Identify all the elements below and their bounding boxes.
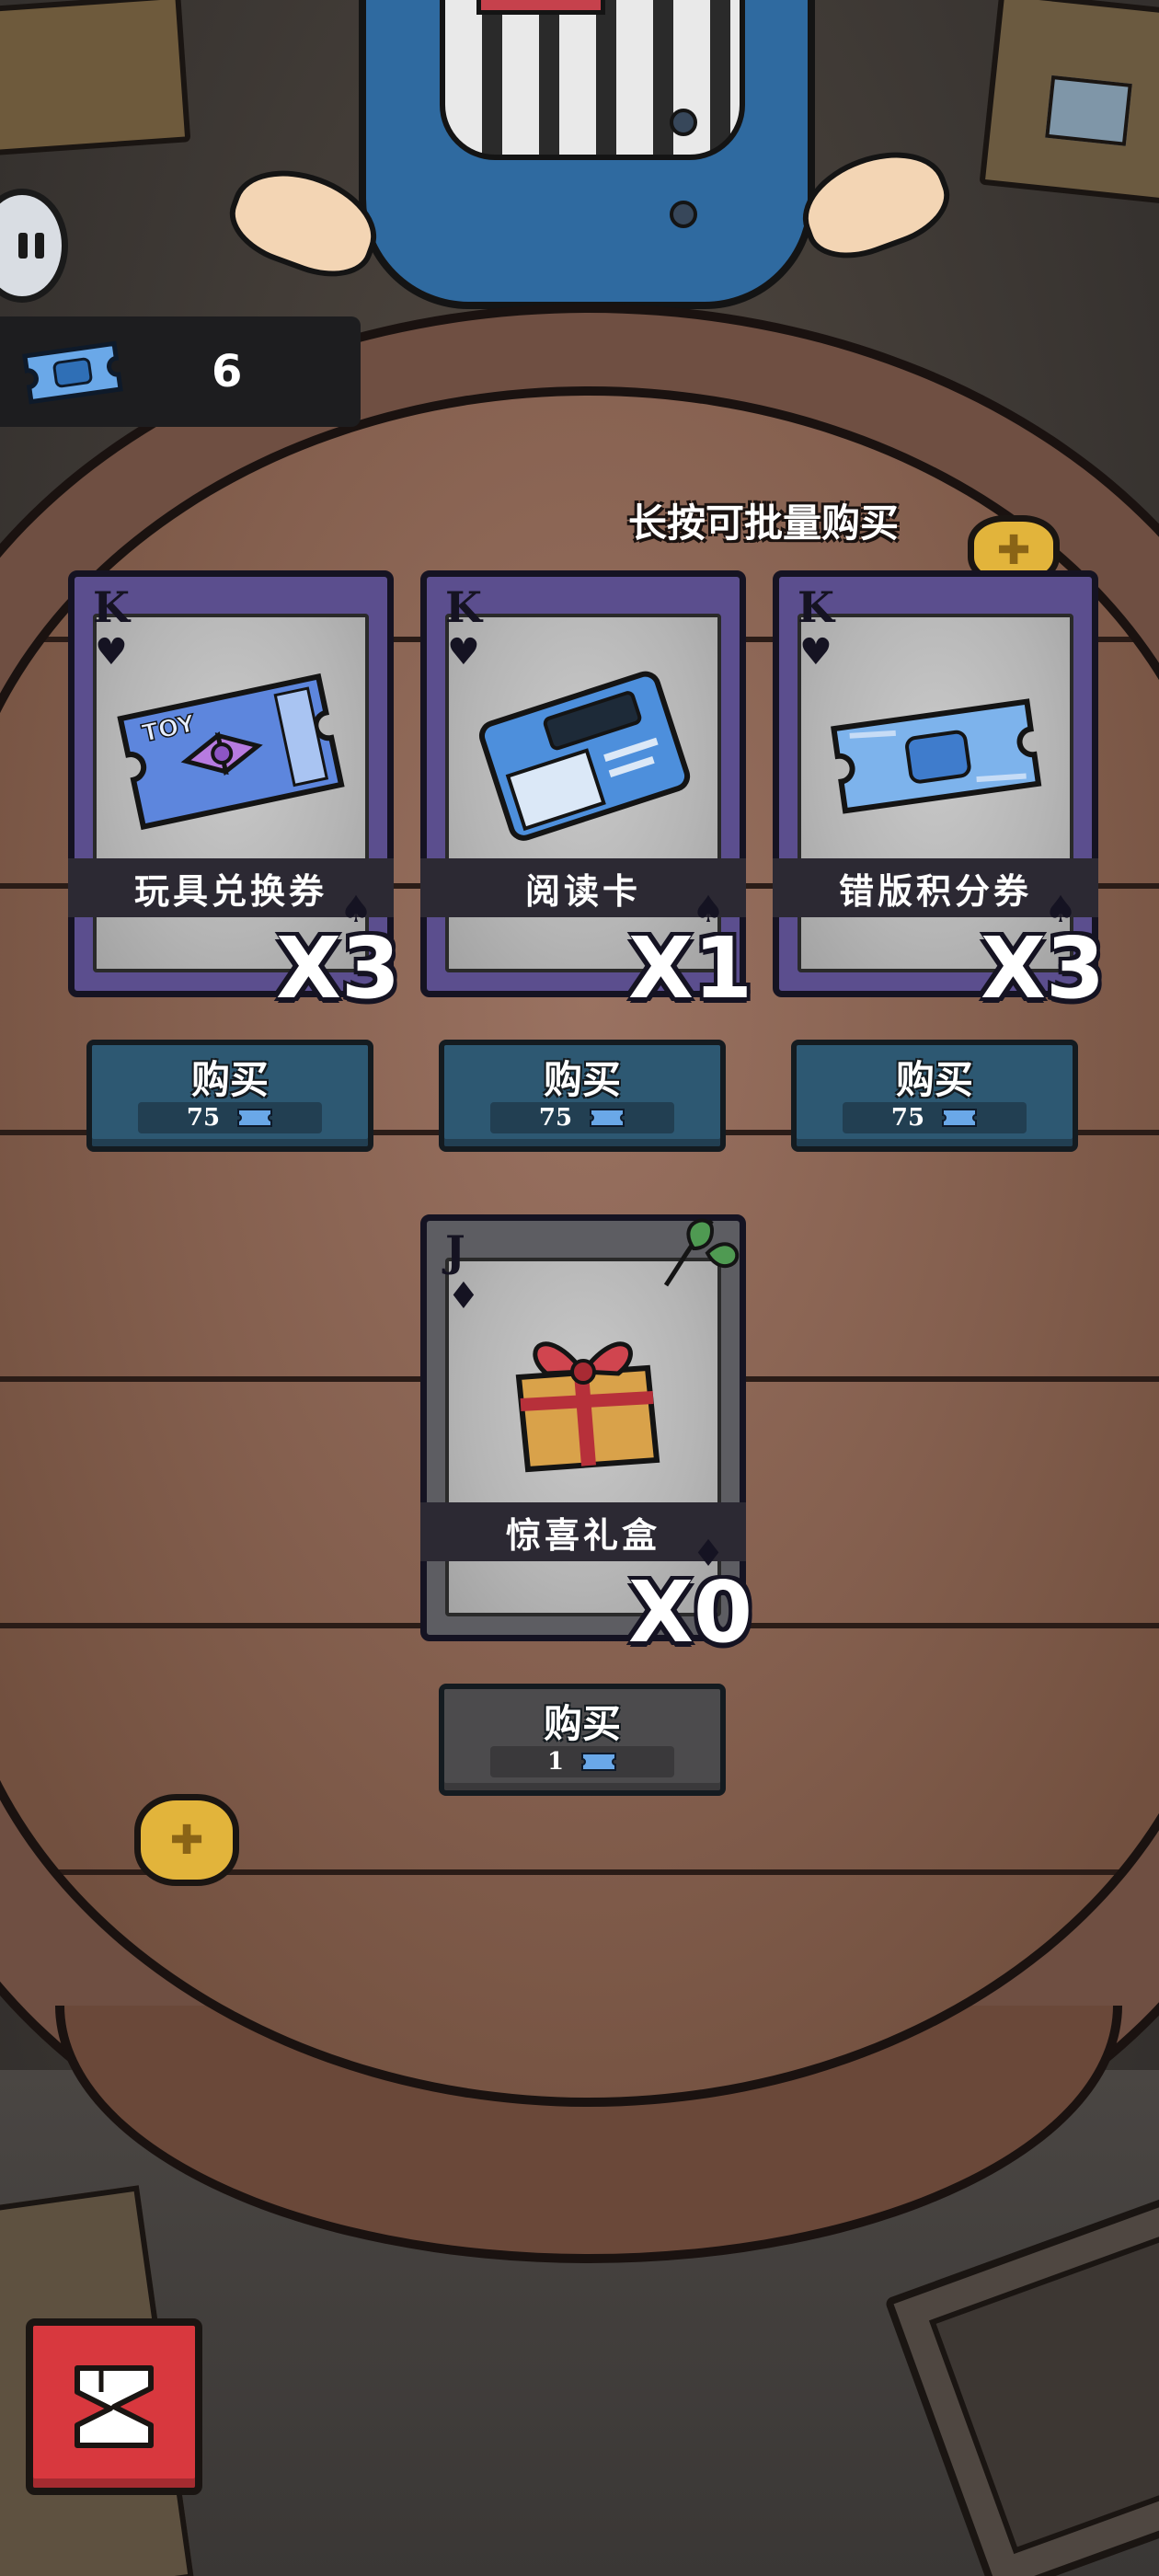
card-rank: K bbox=[445, 582, 482, 632]
blue-ticket-icon bbox=[590, 1109, 625, 1127]
card-rank: J bbox=[445, 1226, 465, 1276]
shopkeeper bbox=[218, 0, 961, 313]
card-rank: K bbox=[798, 582, 834, 632]
blue-ticket-icon bbox=[581, 1753, 617, 1771]
card-rank: K bbox=[93, 582, 130, 632]
pause-button[interactable] bbox=[0, 189, 68, 303]
buy-button-surprise-gift-box[interactable]: 购买 1 bbox=[439, 1684, 726, 1796]
shop-card-surprise-gift-box[interactable]: J ♦ 惊喜礼盒 ♦ X0 bbox=[420, 1214, 752, 1655]
price-row: 75 bbox=[138, 1102, 322, 1133]
buy-button-misprint-ticket[interactable]: 购买 75 bbox=[791, 1040, 1078, 1152]
exit-button[interactable] bbox=[26, 2318, 202, 2495]
card-owned-count: X3 bbox=[276, 919, 400, 1018]
reading-card-icon bbox=[478, 671, 691, 841]
gift-box-icon bbox=[515, 1341, 660, 1473]
price-value: 75 bbox=[538, 1104, 573, 1132]
gold-coin-icon: ✚ bbox=[134, 1794, 239, 1886]
buy-button-label: 购买 bbox=[543, 1057, 621, 1102]
shopkeeper-body bbox=[359, 0, 815, 309]
price-row: 75 bbox=[843, 1102, 1027, 1133]
ticket-count: 6 bbox=[212, 346, 243, 397]
shop-card-reading-card[interactable]: K ♥ 阅读卡 ♠ X1 bbox=[420, 570, 752, 1011]
price-row: 1 bbox=[490, 1746, 674, 1777]
price-value: 75 bbox=[890, 1104, 925, 1132]
shop-screen: ✚ ✚ 6 长按可批量购买 K ♥ TOY 玩具兑换券 ♠ X3 K ♥ 阅读卡… bbox=[0, 0, 1159, 2576]
price-value: 75 bbox=[186, 1104, 221, 1132]
buy-button-toy-ticket[interactable]: 购买 75 bbox=[86, 1040, 373, 1152]
ticket-balance: 6 bbox=[0, 316, 361, 427]
shopkeeper-button bbox=[670, 201, 697, 228]
shop-card-misprint-ticket[interactable]: K ♥ 错版积分券 ♠ X3 bbox=[773, 570, 1105, 1011]
background-crate bbox=[0, 0, 191, 156]
price-value: 1 bbox=[546, 1748, 565, 1776]
toy-ticket-icon: TOY bbox=[117, 673, 345, 831]
blue-ticket-icon bbox=[22, 340, 123, 405]
exit-icon bbox=[75, 2365, 154, 2448]
blue-ticket-icon bbox=[237, 1109, 273, 1127]
bulk-buy-hint: 长按可批量购买 bbox=[627, 500, 899, 546]
buy-button-reading-card[interactable]: 购买 75 bbox=[439, 1040, 726, 1152]
misprint-ticket-icon bbox=[831, 698, 1042, 814]
price-row: 75 bbox=[490, 1102, 674, 1133]
buy-button-label: 购买 bbox=[895, 1057, 973, 1102]
shopkeeper-shirt bbox=[440, 0, 745, 160]
buy-button-label: 购买 bbox=[190, 1057, 269, 1102]
card-owned-count: X1 bbox=[628, 919, 752, 1018]
card-owned-count: X3 bbox=[981, 919, 1105, 1018]
buy-button-label: 购买 bbox=[543, 1701, 621, 1746]
shopkeeper-name-tag bbox=[476, 0, 605, 15]
leaf-icon bbox=[663, 1218, 740, 1287]
background-crate bbox=[979, 0, 1159, 205]
shopkeeper-button bbox=[670, 109, 697, 136]
shop-card-toy-ticket[interactable]: K ♥ TOY 玩具兑换券 ♠ X3 bbox=[68, 570, 400, 1011]
pause-icon bbox=[18, 233, 44, 259]
blue-ticket-icon bbox=[942, 1109, 978, 1127]
card-owned-count: X0 bbox=[628, 1563, 752, 1662]
